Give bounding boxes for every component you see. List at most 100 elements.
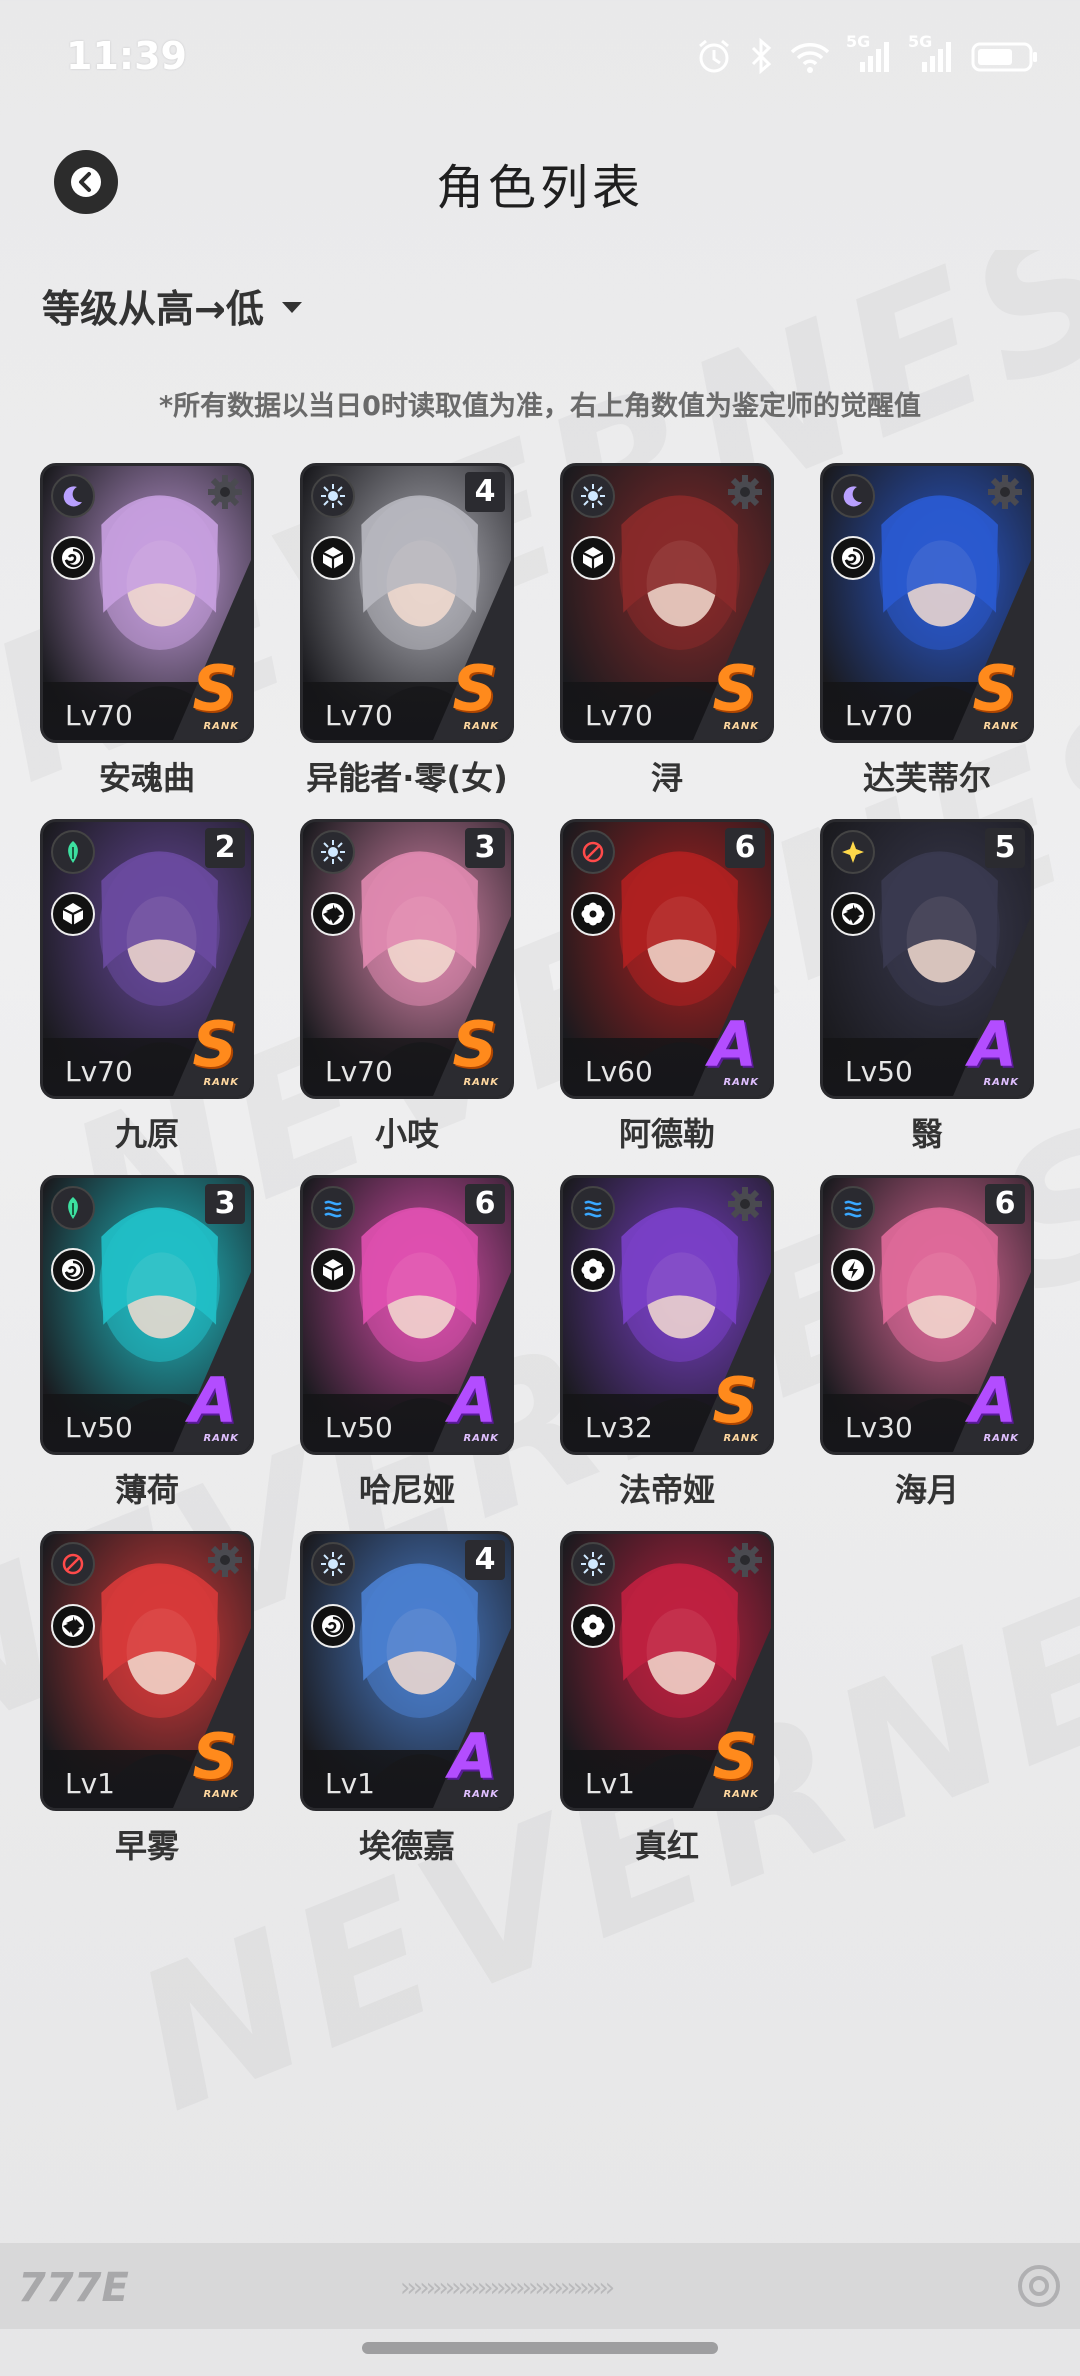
gear-icon <box>208 1543 242 1577</box>
rank-sublabel: RANK <box>203 1433 239 1444</box>
character-portrait-frame[interactable]: 3 Lv50 A RANK <box>40 1175 254 1455</box>
swirl-icon <box>831 536 875 580</box>
character-card[interactable]: Lv70 S RANK 达芙蒂尔 <box>820 463 1040 799</box>
character-portrait-frame[interactable]: 3 Lv70 S RANK <box>300 819 514 1099</box>
character-card[interactable]: 5 Lv50 A RANK 翳 <box>820 819 1040 1155</box>
character-portrait-frame[interactable]: 6 Lv60 A RANK <box>560 819 774 1099</box>
leaf-icon <box>51 1186 95 1230</box>
awakening-badge: 3 <box>205 1184 245 1224</box>
wave-icon <box>571 1186 615 1230</box>
character-portrait-frame[interactable]: Lv70 S RANK <box>40 463 254 743</box>
character-portrait-frame[interactable]: Lv70 S RANK <box>820 463 1034 743</box>
character-card[interactable]: Lv70 S RANK 安魂曲 <box>40 463 260 799</box>
character-portrait-frame[interactable]: 6 Lv30 A RANK <box>820 1175 1034 1455</box>
character-level: Lv30 <box>845 1411 913 1444</box>
rank-badge: S RANK <box>437 658 503 734</box>
status-bar: 11:39 5G 5G <box>0 0 1080 120</box>
rank-badge: A RANK <box>957 1370 1023 1446</box>
character-card[interactable]: 4 Lv1 A RANK 埃德嘉 <box>300 1531 520 1867</box>
character-name: 阿德勒 <box>618 1115 715 1153</box>
wifi-icon <box>790 43 830 73</box>
character-card[interactable]: 6 Lv60 A RANK 阿德勒 <box>560 819 780 1155</box>
character-card[interactable]: 3 Lv70 S RANK 小吱 <box>300 819 520 1155</box>
rank-sublabel: RANK <box>463 721 499 732</box>
rank-badge: A RANK <box>437 1370 503 1446</box>
gear-icon <box>988 475 1022 509</box>
rank-badge: A RANK <box>697 1014 763 1090</box>
character-level: Lv70 <box>585 699 653 732</box>
character-level: Lv1 <box>585 1767 635 1800</box>
character-card[interactable]: 3 Lv50 A RANK 薄荷 <box>40 1175 260 1511</box>
gear-icon <box>208 475 242 509</box>
character-name: 早雾 <box>114 1827 179 1865</box>
bolt-icon <box>831 1248 875 1292</box>
gear-icon <box>728 1543 762 1577</box>
awakening-badge: 6 <box>985 1184 1025 1224</box>
target-icon <box>571 830 615 874</box>
character-portrait-frame[interactable]: Lv1 S RANK <box>560 1531 774 1811</box>
character-card[interactable]: 6 Lv30 A RANK 海月 <box>820 1175 1040 1511</box>
character-portrait-frame[interactable]: 6 Lv50 A RANK <box>300 1175 514 1455</box>
home-indicator[interactable] <box>362 2342 718 2354</box>
rank-letter: S <box>712 1720 757 1793</box>
moon-icon <box>831 474 875 518</box>
rank-letter: A <box>969 1364 1017 1437</box>
footer-banner: 777E ››››››››››››››››››››››››››››››››› <box>0 2243 1080 2329</box>
awakening-badge: 4 <box>465 472 505 512</box>
character-name: 小吱 <box>374 1115 439 1153</box>
rank-sublabel: RANK <box>463 1433 499 1444</box>
awakening-badge: 6 <box>465 1184 505 1224</box>
sun-icon <box>311 830 355 874</box>
character-name: 法帝娅 <box>618 1471 715 1509</box>
character-portrait-frame[interactable]: 4 Lv1 A RANK <box>300 1531 514 1811</box>
character-level: Lv32 <box>585 1411 653 1444</box>
star-icon <box>831 830 875 874</box>
character-card[interactable]: Lv1 S RANK 真红 <box>560 1531 780 1867</box>
character-level: Lv70 <box>65 699 133 732</box>
character-portrait-frame[interactable]: Lv70 S RANK <box>560 463 774 743</box>
rank-letter: S <box>452 652 497 725</box>
character-card[interactable]: 6 Lv50 A RANK 哈尼娅 <box>300 1175 520 1511</box>
sun-icon <box>311 474 355 518</box>
battery-icon <box>971 42 1037 72</box>
character-portrait-frame[interactable]: 2 Lv70 S RANK <box>40 819 254 1099</box>
sort-dropdown[interactable]: 等级从高→低 <box>42 278 302 333</box>
character-name: 哈尼娅 <box>358 1471 455 1509</box>
character-card[interactable]: 4 Lv70 S RANK 异能者·零(女) <box>300 463 520 799</box>
character-portrait-frame[interactable]: Lv32 S RANK <box>560 1175 774 1455</box>
caret-down-icon <box>281 302 302 313</box>
character-level: Lv50 <box>65 1411 133 1444</box>
character-name: 薄荷 <box>114 1471 179 1509</box>
flower-icon <box>571 892 615 936</box>
awakening-badge: 5 <box>985 828 1025 868</box>
character-card[interactable]: Lv32 S RANK 法帝娅 <box>560 1175 780 1511</box>
signal-icon <box>860 42 889 72</box>
rank-badge: S RANK <box>697 1370 763 1446</box>
character-portrait-frame[interactable]: Lv1 S RANK <box>40 1531 254 1811</box>
flower-icon <box>571 1248 615 1292</box>
signal-5g-1: 5G <box>846 32 894 76</box>
gear-icon <box>728 475 762 509</box>
character-card[interactable]: Lv70 S RANK 浔 <box>560 463 780 799</box>
character-name: 浔 <box>650 759 683 797</box>
rank-sublabel: RANK <box>983 1077 1019 1088</box>
sun-icon <box>311 1542 355 1586</box>
cube-icon <box>51 892 95 936</box>
footer-logo: 777E <box>18 2265 129 2311</box>
character-card[interactable]: Lv1 S RANK 早雾 <box>40 1531 260 1867</box>
wave-icon <box>831 1186 875 1230</box>
signal-icon <box>922 42 951 72</box>
character-name: 九原 <box>114 1115 179 1153</box>
status-icons: 5G 5G <box>694 32 1040 76</box>
character-portrait-frame[interactable]: 5 Lv50 A RANK <box>820 819 1034 1099</box>
character-name: 海月 <box>894 1471 959 1509</box>
character-level: Lv60 <box>585 1055 653 1088</box>
moon-icon <box>51 474 95 518</box>
rank-badge: S RANK <box>177 658 243 734</box>
character-level: Lv70 <box>325 699 393 732</box>
character-level: Lv50 <box>325 1411 393 1444</box>
rank-sublabel: RANK <box>463 1077 499 1088</box>
rank-sublabel: RANK <box>983 721 1019 732</box>
character-portrait-frame[interactable]: 4 Lv70 S RANK <box>300 463 514 743</box>
character-card[interactable]: 2 Lv70 S RANK 九原 <box>40 819 260 1155</box>
